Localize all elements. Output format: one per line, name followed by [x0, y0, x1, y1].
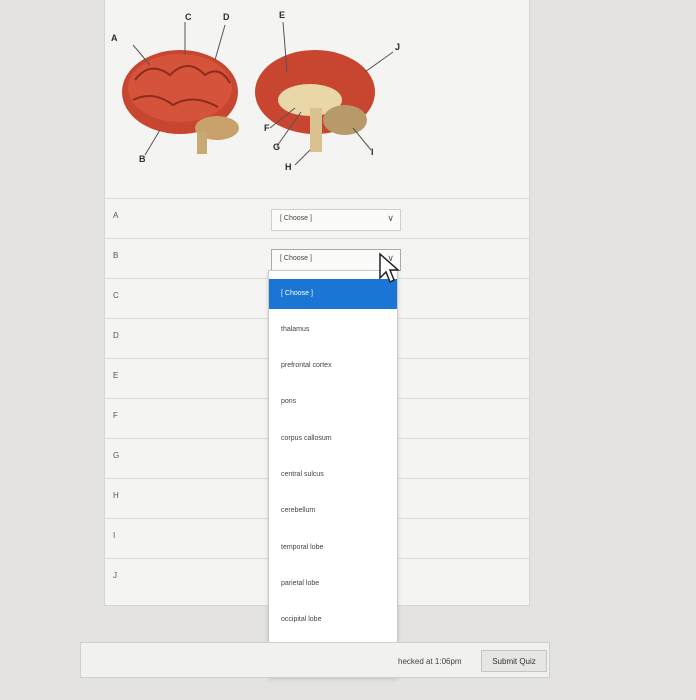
figure-label-c: C — [185, 12, 192, 22]
option-label: central sulcus — [281, 471, 324, 478]
row-letter: J — [113, 571, 117, 580]
figure-label-i: I — [371, 147, 374, 157]
row-letter: I — [113, 531, 116, 540]
saved-status-text: hecked at 1:06pm — [398, 657, 462, 666]
dropdown-option-cerebellum[interactable]: cerebellum — [269, 496, 397, 526]
answer-row-a: A [ Choose ] ∨ — [105, 198, 529, 239]
option-label: thalamus — [281, 326, 310, 333]
quiz-footer — [80, 642, 550, 678]
dropdown-option-thalamus[interactable]: thalamus — [269, 315, 397, 345]
figure-label-g: G — [273, 142, 281, 152]
dropdown-option-temporal-lobe[interactable]: temporal lobe — [269, 533, 397, 563]
dropdown-option-prefrontal-cortex[interactable]: prefrontal cortex — [269, 351, 397, 381]
dropdown-option-pons[interactable]: pons — [269, 387, 397, 417]
dropdown-option-central-sulcus[interactable]: central sulcus — [269, 460, 397, 490]
answer-dropdown-list: [ Choose ] thalamus prefrontal cortex po… — [268, 270, 398, 677]
row-letter: D — [113, 331, 119, 340]
row-letter: B — [113, 251, 119, 260]
option-label: parietal lobe — [281, 580, 320, 587]
dropdown-option-corpus-callosum[interactable]: corpus callosum — [269, 424, 397, 454]
figure-label-j: J — [395, 42, 401, 52]
mouse-cursor-icon — [379, 252, 400, 284]
row-letter: G — [113, 451, 120, 460]
brain-diagram — [122, 21, 394, 166]
select-value: [ Choose ] — [280, 255, 312, 262]
row-letter: H — [113, 491, 119, 500]
option-label: temporal lobe — [281, 544, 324, 551]
dropdown-option-parietal-lobe[interactable]: parietal lobe — [269, 569, 397, 599]
option-label: [ Choose ] — [281, 290, 313, 297]
figure-label-e: E — [279, 10, 286, 20]
figure-label-a: A — [111, 33, 118, 43]
option-label: corpus callosum — [281, 435, 332, 442]
option-label: occipital lobe — [281, 616, 322, 623]
submit-quiz-button[interactable]: Submit Quiz — [481, 650, 547, 672]
row-letter: E — [113, 371, 119, 380]
chevron-down-icon: ∨ — [387, 213, 394, 223]
figure-label-h: H — [285, 162, 292, 172]
figure-label-b: B — [139, 154, 146, 164]
option-label: pons — [281, 398, 297, 405]
row-letter: C — [113, 291, 119, 300]
row-letter: A — [113, 211, 119, 220]
figure-label-d: D — [223, 12, 230, 22]
option-label: prefrontal cortex — [281, 362, 332, 369]
select-value: [ Choose ] — [280, 215, 312, 222]
brain-figure: A B C D E F G H I J — [105, 0, 529, 190]
option-label: cerebellum — [281, 507, 316, 514]
row-letter: F — [113, 411, 118, 420]
dropdown-option-occipital-lobe[interactable]: occipital lobe — [269, 605, 397, 635]
answer-select-a[interactable]: [ Choose ] ∨ — [271, 209, 401, 231]
figure-label-f: F — [264, 123, 270, 133]
